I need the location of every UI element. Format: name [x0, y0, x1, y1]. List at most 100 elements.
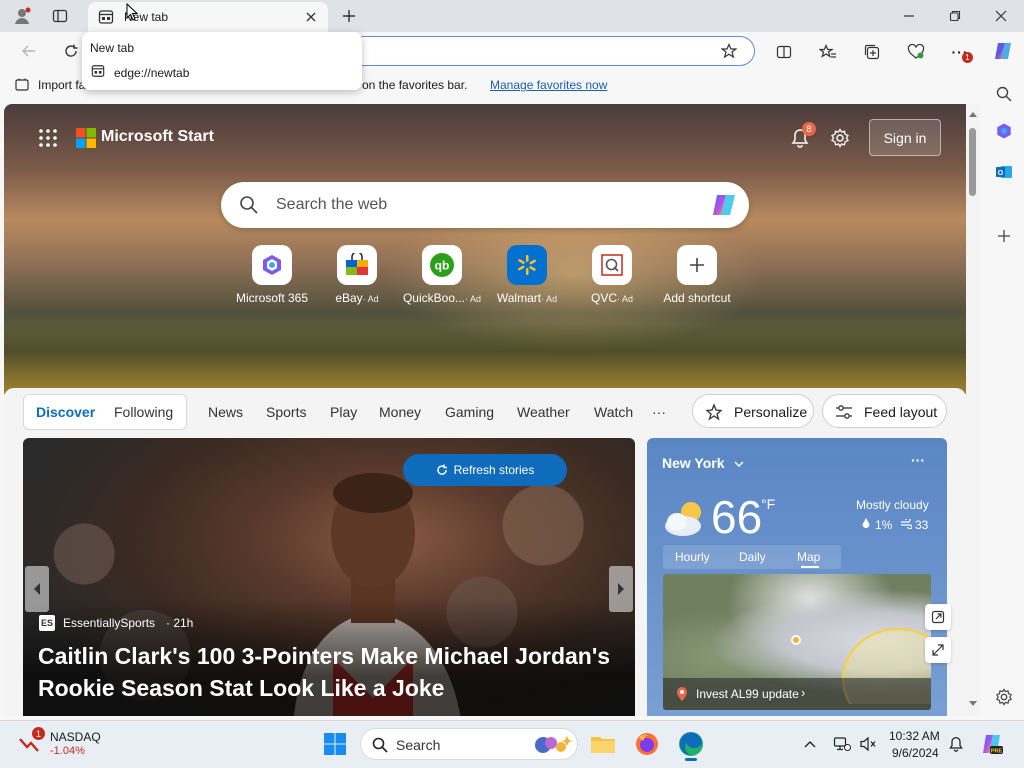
story-headline[interactable]: Caitlin Clark's 100 3-Pointers Make Mich… — [38, 640, 628, 704]
copilot-taskbar-button[interactable]: PRE — [978, 730, 1006, 758]
chevron-down-icon[interactable] — [734, 460, 744, 468]
ebay-bag-icon — [346, 253, 368, 275]
volume-button[interactable] — [856, 732, 880, 756]
nav-sports[interactable]: Sports — [266, 404, 306, 420]
sign-in-button[interactable]: Sign in — [869, 119, 941, 156]
minimize-button[interactable] — [896, 4, 922, 28]
tab-discover[interactable]: Discover — [36, 404, 95, 420]
weather-unit[interactable]: °F — [761, 496, 775, 512]
tab-actions-button[interactable] — [48, 5, 72, 27]
air-quality-value: 33 — [915, 518, 929, 532]
address-bar[interactable] — [355, 36, 755, 66]
manage-favorites-link[interactable]: Manage favorites now — [490, 78, 607, 92]
split-screen-button[interactable] — [772, 40, 796, 64]
shortcut-microsoft-365[interactable]: Microsoft 365 — [229, 245, 315, 305]
scroll-up-icon[interactable] — [968, 110, 978, 118]
sidebar-settings-button[interactable] — [990, 683, 1018, 711]
shortcut-quickbooks[interactable]: qb QuickBoo...· Ad — [399, 245, 485, 305]
air-quality-icon — [901, 519, 912, 529]
taskbar-search[interactable]: Search — [360, 728, 578, 760]
new-tab-button[interactable] — [338, 5, 360, 27]
refresh-button[interactable] — [58, 38, 84, 64]
map-pin-icon — [677, 687, 687, 701]
nav-gaming[interactable]: Gaming — [445, 404, 494, 420]
nav-watch[interactable]: Watch — [594, 404, 633, 420]
previous-story-button[interactable] — [25, 566, 49, 612]
close-tab-button[interactable] — [300, 7, 322, 27]
app-launcher-button[interactable] — [34, 124, 62, 152]
restore-button[interactable] — [942, 4, 968, 28]
weather-card[interactable]: New York ··· 66 °F Mostly cloudy 1% 33 H… — [647, 438, 947, 716]
sidebar-outlook-button[interactable]: O — [990, 158, 1018, 186]
sidebar-search-button[interactable] — [990, 80, 1018, 108]
headline-line: Rookie Season Stat Look Like a Joke — [38, 675, 445, 701]
expand-button[interactable] — [925, 637, 951, 663]
clock-time[interactable]: 10:32 AM — [889, 729, 940, 743]
copilot-button[interactable] — [990, 38, 1016, 64]
weather-more-button[interactable]: ··· — [911, 452, 925, 468]
feed-layout-button[interactable]: Feed layout — [822, 394, 947, 428]
favorites-button[interactable] — [816, 40, 840, 64]
back-button[interactable] — [16, 38, 42, 64]
personalize-button[interactable]: Personalize — [692, 394, 814, 428]
browser-essentials-button[interactable] — [904, 40, 928, 64]
edge-button[interactable] — [676, 729, 706, 761]
open-in-new-button[interactable] — [925, 604, 951, 630]
notification-badge: 1 — [962, 52, 973, 63]
shortcut-label: Add shortcut — [663, 291, 731, 305]
feed-tab-group: Discover Following — [23, 394, 187, 430]
notifications-center-button[interactable] — [944, 732, 968, 756]
sidebar-add-button[interactable] — [990, 222, 1018, 250]
nav-money[interactable]: Money — [379, 404, 421, 420]
start-button[interactable] — [320, 729, 350, 759]
collections-button[interactable] — [860, 40, 884, 64]
shortcut-walmart[interactable]: Walmart· Ad — [484, 245, 570, 305]
chevron-up-icon — [804, 741, 816, 748]
close-window-button[interactable] — [988, 4, 1014, 28]
web-search-box[interactable]: Search the web — [221, 182, 749, 228]
brand-title[interactable]: Microsoft Start — [101, 128, 214, 146]
nav-more[interactable]: ··· — [652, 404, 666, 420]
firefox-icon — [636, 733, 658, 755]
shortcut-label: eBay — [335, 291, 363, 305]
page-scrollbar[interactable] — [966, 104, 980, 716]
add-shortcut-button[interactable]: Add shortcut — [654, 245, 740, 305]
scrollbar-thumb[interactable] — [969, 128, 976, 196]
settings-more-button[interactable]: ··· 1 — [948, 40, 973, 64]
nav-weather[interactable]: Weather — [517, 404, 570, 420]
next-story-button[interactable] — [609, 566, 633, 612]
weather-tab-daily[interactable]: Daily — [739, 550, 766, 564]
weather-tab-hourly[interactable]: Hourly — [675, 550, 710, 564]
stock-widget[interactable]: 1 NASDAQ -1.04% — [14, 727, 114, 763]
tab-new-tab[interactable]: New tab — [88, 2, 328, 32]
microsoft-365-icon — [997, 123, 1011, 139]
favorite-star-button[interactable] — [717, 40, 741, 62]
weather-tab-map[interactable]: Map — [797, 550, 820, 564]
copilot-icon[interactable] — [709, 192, 739, 218]
network-button[interactable] — [830, 732, 854, 756]
tab-following[interactable]: Following — [114, 404, 173, 420]
sidebar-microsoft-365-button[interactable] — [990, 117, 1018, 145]
nav-play[interactable]: Play — [330, 404, 357, 420]
file-explorer-button[interactable] — [588, 729, 618, 759]
refresh-stories-button[interactable]: Refresh stories — [403, 454, 567, 486]
profile-button[interactable] — [10, 5, 34, 27]
weather-location[interactable]: New York — [662, 455, 725, 471]
precipitation: 1% — [875, 518, 893, 532]
import-favorites-link[interactable]: Import fa — [38, 78, 85, 92]
newtab-page-icon — [98, 10, 114, 24]
page-settings-button[interactable] — [826, 124, 854, 152]
notifications-button[interactable]: 8 — [786, 122, 816, 152]
story-source[interactable]: EssentiallySports — [63, 616, 155, 630]
scroll-down-icon[interactable] — [968, 700, 978, 708]
source-logo: ES — [39, 615, 55, 631]
firefox-button[interactable] — [632, 729, 662, 759]
weather-map[interactable]: Invest AL99 update › — [663, 574, 931, 710]
shortcut-ebay[interactable]: eBay· Ad — [314, 245, 400, 305]
shortcut-qvc[interactable]: QVC· Ad — [569, 245, 655, 305]
newtab-page-icon — [91, 65, 105, 77]
show-hidden-icons-button[interactable] — [800, 732, 820, 756]
nav-news[interactable]: News — [208, 404, 243, 420]
clock-date[interactable]: 9/6/2024 — [892, 746, 939, 760]
map-banner[interactable]: Invest AL99 update › — [663, 678, 931, 710]
